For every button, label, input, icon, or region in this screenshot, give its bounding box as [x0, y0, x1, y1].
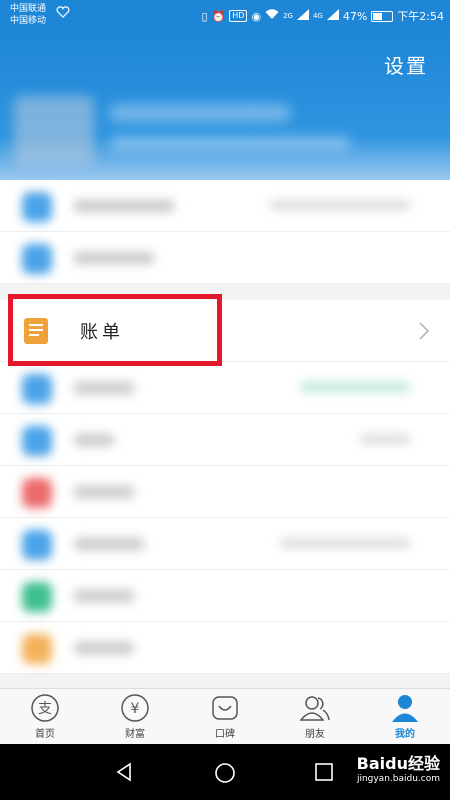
list-item-value-blurred	[300, 382, 410, 392]
eye-icon: ◉	[251, 9, 262, 23]
hd-icon: HD	[229, 10, 248, 22]
heart-rate-icon	[56, 6, 70, 18]
signal-1-icon	[296, 9, 309, 23]
list-item-label-blurred	[74, 642, 134, 654]
home-icon[interactable]	[214, 762, 236, 784]
list-item-icon	[22, 244, 52, 274]
recents-icon[interactable]	[314, 762, 334, 782]
back-icon[interactable]	[114, 762, 134, 782]
list-item[interactable]	[0, 180, 450, 232]
tab-wealth[interactable]: ¥ 财富	[90, 689, 180, 744]
network-2-label: 4G	[312, 12, 323, 20]
list-item[interactable]	[0, 362, 450, 414]
tab-friends-label: 朋友	[305, 729, 325, 740]
battery-percent: 47%	[342, 9, 368, 23]
navigation-bar: Baidu经验 jingyan.baidu.com	[0, 744, 450, 800]
alarm-icon: ⏰	[211, 9, 226, 23]
tab-koubei-label: 口碑	[215, 729, 235, 740]
yen-icon: ¥	[121, 694, 149, 722]
person-icon	[392, 695, 418, 722]
tab-wealth-label: 财富	[125, 729, 145, 740]
status-bar: 中国联通 中国移动 ▯ ⏰ HD ◉ 2G 4G 47% 下午2:54	[0, 0, 450, 34]
status-icons: ▯ ⏰ HD ◉ 2G 4G 47% 下午2:54	[201, 8, 444, 24]
smile-icon	[212, 696, 238, 720]
list-item-label-blurred	[74, 382, 134, 394]
list-item-icon	[22, 192, 52, 222]
list-item-label-blurred	[74, 434, 114, 446]
list-item[interactable]	[0, 570, 450, 622]
baidu-watermark: Baidu经验 jingyan.baidu.com	[357, 750, 440, 784]
tab-mine[interactable]: 我的	[360, 689, 450, 744]
profile-header: 设置	[0, 34, 450, 180]
list-item[interactable]	[0, 414, 450, 466]
chevron-right-icon	[419, 322, 430, 340]
battery-icon	[371, 10, 394, 22]
list-item-value-blurred	[280, 538, 410, 548]
friends-icon	[299, 696, 330, 721]
alipay-icon: 支	[31, 694, 59, 722]
list-item-label-blurred	[74, 538, 144, 550]
list-item[interactable]	[0, 518, 450, 570]
tab-mine-label: 我的	[395, 729, 415, 740]
list-item-label-blurred	[74, 252, 154, 264]
list-item-icon	[22, 478, 52, 508]
carrier-info: 中国联通 中国移动	[10, 3, 46, 27]
vibrate-icon: ▯	[201, 9, 208, 23]
watermark-url: jingyan.baidu.com	[356, 774, 440, 784]
list-item[interactable]	[0, 232, 450, 284]
carrier-2: 中国移动	[10, 16, 47, 26]
network-1-label: 2G	[283, 12, 293, 20]
list-item-label-blurred	[74, 590, 134, 602]
clock: 下午2:54	[397, 10, 444, 23]
list-item-value-blurred	[360, 434, 410, 444]
list-item[interactable]	[0, 466, 450, 518]
wifi-icon	[265, 9, 279, 23]
signal-2-icon	[326, 9, 339, 23]
profile-account-blurred	[110, 136, 350, 150]
tab-home[interactable]: 支 首页	[0, 689, 90, 744]
svg-text:¥: ¥	[131, 701, 140, 717]
svg-text:支: 支	[38, 701, 52, 717]
avatar[interactable]	[14, 96, 94, 166]
profile-name-blurred	[110, 104, 290, 122]
settings-button[interactable]: 设置	[384, 50, 428, 79]
tab-home-label: 首页	[35, 729, 55, 740]
list-item-icon	[22, 426, 52, 456]
list-item-icon	[22, 634, 52, 664]
list-item-icon	[22, 374, 52, 404]
highlight-box	[8, 294, 222, 366]
list-item-icon	[22, 530, 52, 560]
list-item[interactable]	[0, 622, 450, 674]
menu-list: 账单	[0, 180, 450, 674]
tab-bar: 支 首页 ¥ 财富 口碑 朋友 我的	[0, 688, 450, 744]
list-item-value-blurred	[270, 200, 410, 210]
carrier-1: 中国联通	[10, 4, 47, 14]
tab-friends[interactable]: 朋友	[270, 689, 360, 744]
list-item-label-blurred	[74, 486, 134, 498]
tab-koubei[interactable]: 口碑	[180, 689, 270, 744]
list-item-icon	[22, 582, 52, 612]
watermark-brand: Baidu经验	[356, 754, 440, 773]
list-item-label-blurred	[74, 200, 174, 212]
